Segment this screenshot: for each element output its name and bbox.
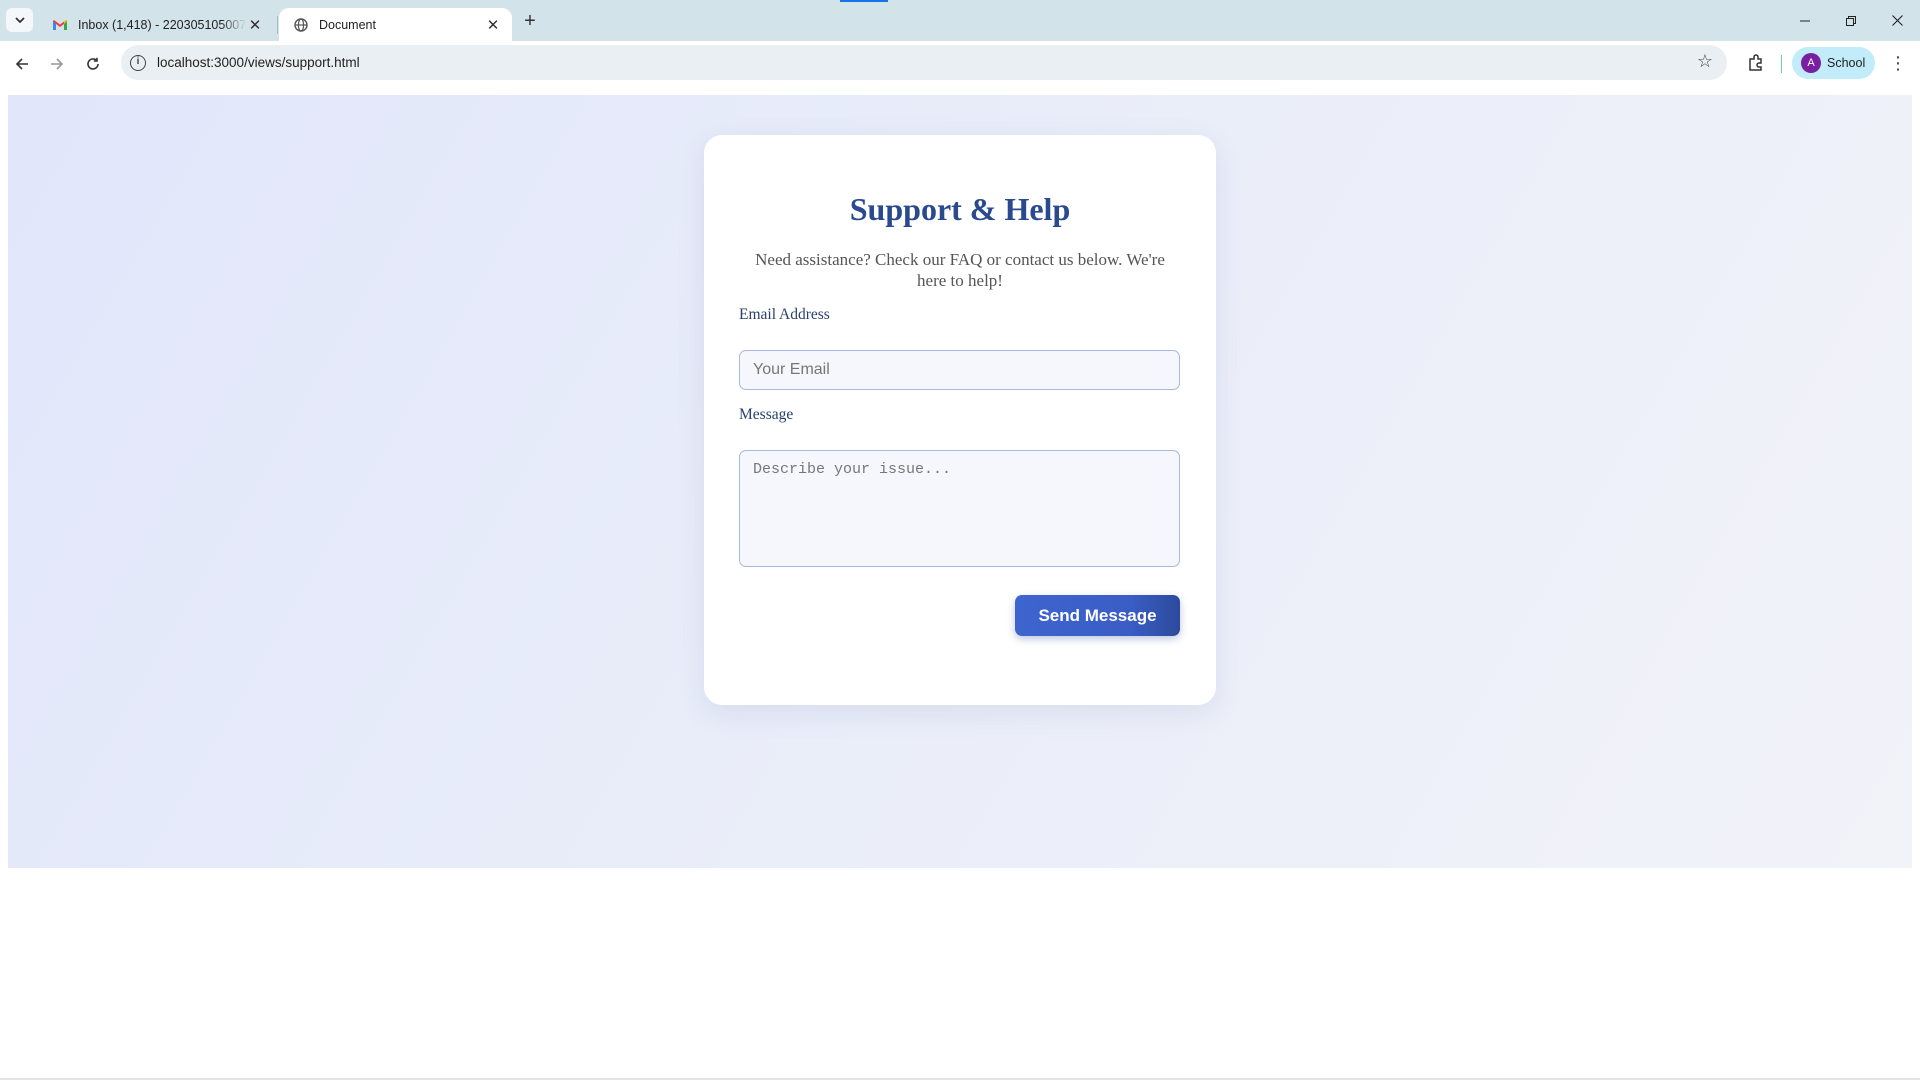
- email-field[interactable]: [739, 350, 1180, 390]
- tab-divider: [277, 16, 278, 34]
- more-menu-icon[interactable]: ⋮: [1886, 51, 1910, 75]
- tab-document[interactable]: Document ✕: [279, 8, 512, 41]
- page-viewport: Support & Help Need assistance? Check ou…: [0, 85, 1920, 1080]
- site-info-icon[interactable]: i: [130, 54, 146, 71]
- page-subtitle: Need assistance? Check our FAQ or contac…: [755, 250, 1165, 290]
- back-button[interactable]: [9, 51, 35, 77]
- tab-title: Inbox (1,418) - 22030510500727: [78, 17, 246, 32]
- globe-icon: [293, 17, 309, 33]
- close-icon: [1891, 15, 1903, 26]
- send-message-button[interactable]: Send Message: [1015, 595, 1180, 636]
- page-title: Support & Help: [849, 191, 1071, 227]
- plus-icon: +: [524, 9, 536, 32]
- profile-name: School: [1827, 56, 1866, 70]
- profile-button[interactable]: A School: [1792, 47, 1875, 79]
- arrow-right-icon: [51, 58, 64, 70]
- loading-indicator: [840, 0, 888, 2]
- browser-toolbar: i localhost:3000/views/support.html ☆ A …: [0, 41, 1920, 85]
- restore-button[interactable]: [1828, 0, 1874, 41]
- arrow-left-icon: [15, 58, 28, 70]
- reload-button[interactable]: [80, 51, 106, 77]
- window-controls: [1782, 0, 1920, 41]
- reload-icon: [87, 57, 99, 70]
- restore-icon: [1846, 15, 1856, 26]
- message-textarea[interactable]: [739, 450, 1180, 567]
- url-text[interactable]: localhost:3000/views/support.html: [157, 55, 360, 70]
- toolbar-divider: [1781, 55, 1782, 73]
- forward-button[interactable]: [44, 51, 70, 77]
- extensions-puzzle-icon[interactable]: [1744, 51, 1768, 75]
- close-window-button[interactable]: [1874, 0, 1920, 41]
- tab-title: Document: [319, 17, 376, 32]
- gmail-icon: [52, 17, 68, 33]
- address-bar[interactable]: i localhost:3000/views/support.html ☆: [121, 45, 1727, 80]
- new-tab-button[interactable]: +: [518, 9, 542, 33]
- minimize-button[interactable]: [1782, 0, 1828, 41]
- tab-search-button[interactable]: [6, 8, 33, 32]
- avatar: A: [1801, 53, 1821, 73]
- close-tab-icon[interactable]: ✕: [246, 16, 264, 34]
- support-card: Support & Help Need assistance? Check ou…: [704, 135, 1216, 705]
- page-background: Support & Help Need assistance? Check ou…: [8, 95, 1912, 868]
- bookmark-star-icon[interactable]: ☆: [1697, 51, 1713, 72]
- tab-strip: Inbox (1,418) - 22030510500727 ✕ Documen…: [0, 0, 1920, 41]
- minimize-icon: [1800, 20, 1810, 21]
- email-label: Email Address: [739, 306, 830, 323]
- chevron-down-icon: [14, 17, 25, 24]
- message-label: Message: [739, 406, 794, 423]
- tab-gmail[interactable]: Inbox (1,418) - 22030510500727 ✕: [38, 8, 274, 41]
- close-tab-icon[interactable]: ✕: [484, 16, 502, 34]
